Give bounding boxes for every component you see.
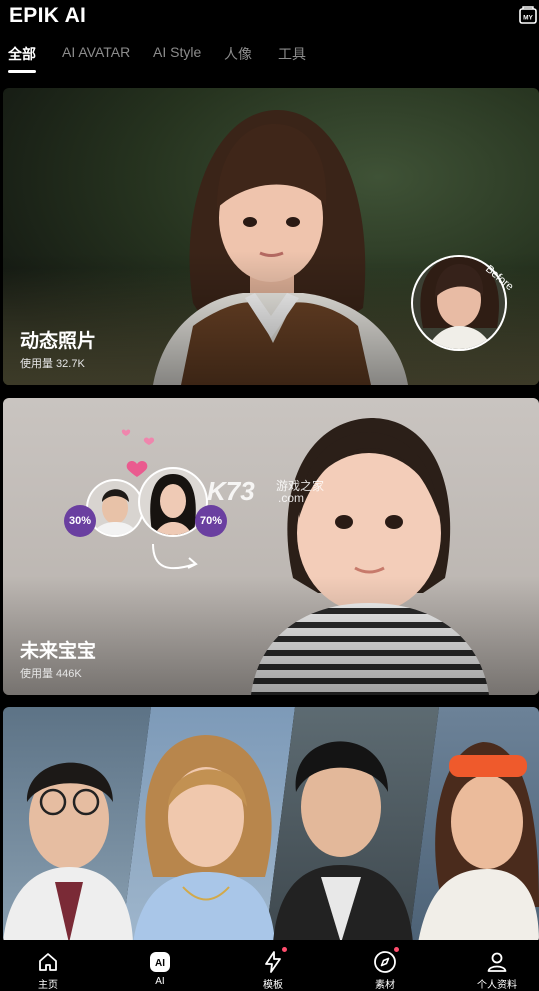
tab-ai-avatar[interactable]: AI AVATAR <box>62 44 130 60</box>
watermark-brand: K73 <box>207 476 255 506</box>
notification-dot <box>282 947 287 952</box>
feature-card-future-baby[interactable]: 30% 70% 未来宝宝 使用量 446K <box>3 398 539 695</box>
profile-icon <box>487 952 507 972</box>
nav-profile-label: 个人资料 <box>477 980 517 991</box>
svg-text:AI: AI <box>155 958 165 969</box>
tab-ai-style[interactable]: AI Style <box>153 44 201 60</box>
feature-card-ai-portraits[interactable] <box>3 707 539 943</box>
nav-profile[interactable]: 个人资料 <box>457 940 537 991</box>
tab-tools[interactable]: 工具 <box>278 44 306 64</box>
nav-home-label: 主页 <box>38 980 58 991</box>
ai-icon: AI <box>150 952 170 972</box>
svg-text:MY: MY <box>523 15 533 22</box>
nav-templates-label: 模板 <box>263 980 283 991</box>
tab-all[interactable]: 全部 <box>8 44 36 64</box>
feature-card-live-photo[interactable]: Before 动态照片 使用量 32.7K <box>3 88 539 385</box>
watermark: K73 游戏之家 .com <box>207 476 337 510</box>
notification-dot <box>394 947 399 952</box>
father-ratio-badge: 30% <box>64 505 96 537</box>
card-usage-count: 使用量 32.7K <box>20 358 85 370</box>
lightning-icon <box>265 951 281 973</box>
card-usage-count: 使用量 446K <box>20 668 82 680</box>
category-tabs: 全部 AI AVATAR AI Style 人像 工具 <box>0 44 539 74</box>
ai-portraits-preview-image <box>3 707 539 943</box>
card-title: 未来宝宝 <box>20 641 97 662</box>
nav-ai-label: AI <box>155 976 165 987</box>
card-title: 动态照片 <box>20 331 97 352</box>
nav-materials-label: 素材 <box>375 980 395 991</box>
my-works-icon[interactable]: MY <box>519 5 537 24</box>
bottom-navigation: 主页 AI AI 模板 素材 个人资料 <box>0 940 539 991</box>
nav-templates[interactable]: 模板 <box>233 940 313 991</box>
watermark-dotcom: .com <box>278 491 305 505</box>
nav-home[interactable]: 主页 <box>8 940 88 991</box>
nav-materials[interactable]: 素材 <box>345 940 425 991</box>
app-title: EPIK AI <box>9 4 87 27</box>
app-header: EPIK AI MY 全部 AI AVATAR AI Style 人像 工具 <box>0 0 539 84</box>
home-icon <box>39 953 57 971</box>
tab-portrait[interactable]: 人像 <box>224 44 252 64</box>
active-tab-indicator <box>8 70 36 73</box>
nav-ai[interactable]: AI AI <box>120 940 200 987</box>
compass-icon <box>374 951 396 973</box>
